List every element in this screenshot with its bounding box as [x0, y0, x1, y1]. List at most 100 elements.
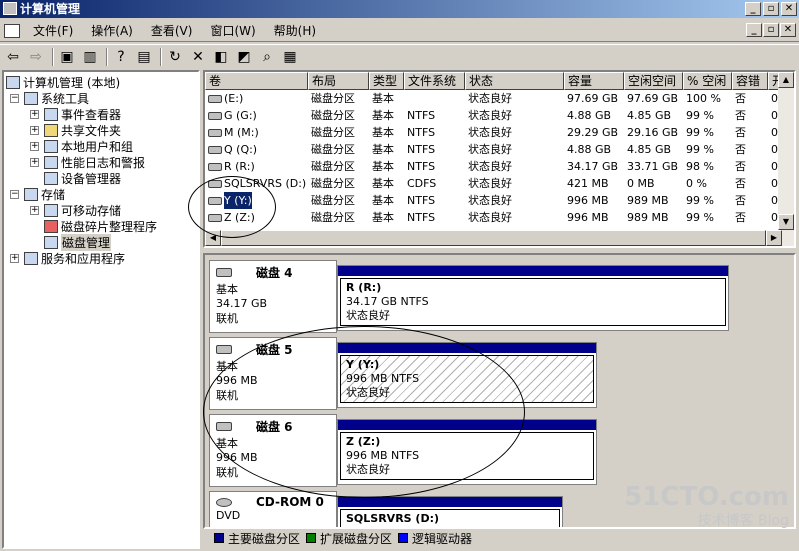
up-folder-icon[interactable]: ▣ — [57, 47, 77, 67]
volume-list-vscroll[interactable]: ▲ ▼ — [778, 72, 794, 230]
mdi-system-icon[interactable] — [4, 23, 20, 38]
volume-row[interactable]: Q (Q:) 磁盘分区 基本 NTFS 状态良好 4.88 GB 4.85 GB 99 % 否 0… — [205, 141, 794, 158]
close-button[interactable]: ✕ — [781, 2, 797, 16]
toolbar-separator — [160, 47, 162, 66]
volume-list-hscroll[interactable]: ◀ ▶ — [205, 230, 794, 246]
properties-icon[interactable]: ▤ — [134, 47, 154, 67]
expand-removable[interactable]: + — [30, 206, 39, 215]
scroll-right-icon[interactable]: ▶ — [766, 230, 782, 246]
title-bar: 计算机管理 _ ▫ ✕ — [0, 0, 799, 18]
expand-perf-logs[interactable]: + — [30, 158, 39, 167]
scroll-left-icon[interactable]: ◀ — [205, 230, 221, 246]
primary-partition-bar — [338, 343, 596, 353]
col-free-space[interactable]: 空闲空间 — [624, 72, 683, 90]
partition-status: 状态良好 — [346, 386, 390, 399]
volume-row[interactable]: (E:) 磁盘分区 基本 状态良好 97.69 GB 97.69 GB 100 % 否 0' — [205, 90, 794, 107]
help-icon[interactable]: ? — [111, 47, 131, 67]
cell-cap: 421 MB — [567, 177, 609, 190]
volume-row[interactable]: R (R:) 磁盘分区 基本 NTFS 状态良好 34.17 GB 33.71 GB 98 %… — [205, 158, 794, 175]
cell-layout: 磁盘分区 — [311, 177, 355, 190]
menu-help[interactable]: 帮助(H) — [265, 22, 325, 39]
disk-state: 联机 — [216, 389, 238, 402]
col-pct-free[interactable]: % 空闲 — [683, 72, 732, 90]
col-type[interactable]: 类型 — [369, 72, 404, 90]
delete-icon[interactable]: ✕ — [188, 47, 208, 67]
tree-root[interactable]: 计算机管理 (本地) — [6, 74, 120, 90]
menu-view[interactable]: 查看(V) — [142, 22, 202, 39]
minimize-button[interactable]: _ — [745, 2, 761, 16]
child-minimize-button[interactable]: _ — [746, 23, 762, 37]
help-topics-icon[interactable]: ▦ — [280, 47, 300, 67]
volume-row[interactable]: M (M:) 磁盘分区 基本 NTFS 状态良好 29.29 GB 29.16 GB 99 %… — [205, 124, 794, 141]
refresh-icon[interactable]: ↻ — [165, 47, 185, 67]
cell-pct: 99 % — [686, 126, 714, 139]
maximize-button[interactable]: ▫ — [763, 2, 779, 16]
cell-layout: 磁盘分区 — [311, 194, 355, 207]
tree-defrag[interactable]: 磁盘碎片整理程序 — [44, 218, 157, 234]
storage-icon — [24, 187, 38, 201]
col-filesystem[interactable]: 文件系统 — [404, 72, 465, 90]
partition-y[interactable]: Y (Y:) 996 MB NTFS 状态良好 — [337, 342, 597, 408]
open-icon[interactable]: ◩ — [234, 47, 254, 67]
disk-6-info[interactable]: 磁盘 6 基本 996 MB 联机 — [209, 414, 337, 487]
partition-z[interactable]: Z (Z:) 996 MB NTFS 状态良好 — [337, 419, 597, 485]
computer-management-icon — [3, 2, 17, 15]
tree-perf-logs[interactable]: 性能日志和警报 — [44, 154, 145, 170]
menu-action[interactable]: 操作(A) — [82, 22, 142, 39]
removable-storage-icon — [44, 203, 58, 217]
expand-shared-folders[interactable]: + — [30, 126, 39, 135]
volume-row[interactable]: SQLSRVRS (D:) 磁盘分区 基本 CDFS 状态良好 421 MB 0 MB 0 %… — [205, 175, 794, 192]
col-volume[interactable]: 卷 — [205, 72, 308, 90]
expand-event-viewer[interactable]: + — [30, 110, 39, 119]
expand-system-tools[interactable]: − — [10, 94, 19, 103]
cell-free: 989 MB — [627, 194, 669, 207]
cdrom-0-info[interactable]: CD-ROM 0 DVD — [209, 491, 337, 527]
cell-free: 4.85 GB — [627, 143, 672, 156]
cell-pct: 99 % — [686, 109, 714, 122]
menu-file[interactable]: 文件(F) — [24, 22, 82, 39]
disk-management-icon — [44, 235, 58, 249]
scroll-thumb[interactable] — [221, 230, 766, 246]
expand-local-users[interactable]: + — [30, 142, 39, 151]
scroll-up-icon[interactable]: ▲ — [778, 72, 794, 88]
disk-size: 34.17 GB — [216, 297, 268, 310]
col-capacity[interactable]: 容量 — [564, 72, 624, 90]
child-close-button[interactable]: ✕ — [780, 23, 796, 37]
tree-local-users[interactable]: 本地用户和组 — [44, 138, 133, 154]
tree-storage[interactable]: 存储 — [24, 186, 65, 202]
partition-d[interactable]: SQLSRVRS (D:) — [337, 496, 563, 527]
tree-device-manager[interactable]: 设备管理器 — [44, 170, 121, 186]
expand-storage[interactable]: − — [10, 190, 19, 199]
volume-row[interactable]: Z (Z:) 磁盘分区 基本 NTFS 状态良好 996 MB 989 MB 99 % 否 0' — [205, 209, 794, 226]
menu-window[interactable]: 窗口(W) — [201, 22, 264, 39]
partition-r[interactable]: R (R:) 34.17 GB NTFS 状态良好 — [337, 265, 729, 331]
tree-system-tools[interactable]: 系统工具 — [24, 90, 89, 106]
tree-disk-management[interactable]: 磁盘管理 — [44, 233, 112, 251]
event-viewer-icon — [44, 107, 58, 121]
col-layout[interactable]: 布局 — [308, 72, 369, 90]
expand-services[interactable]: + — [10, 254, 19, 263]
tree-services-apps[interactable]: 服务和应用程序 — [24, 250, 125, 266]
forward-icon[interactable]: ⇨ — [26, 47, 46, 67]
tree-removable-storage[interactable]: 可移动存储 — [44, 202, 121, 218]
legend-logical: 逻辑驱动器 — [412, 531, 473, 546]
scroll-down-icon[interactable]: ▼ — [778, 214, 794, 230]
volume-row[interactable]: G (G:) 磁盘分区 基本 NTFS 状态良好 4.88 GB 4.85 GB 99 % 否 0… — [205, 107, 794, 124]
tree-event-viewer[interactable]: 事件查看器 — [44, 106, 121, 122]
col-status[interactable]: 状态 — [465, 72, 564, 90]
volume-row[interactable]: Y (Y:) 磁盘分区 基本 NTFS 状态良好 996 MB 989 MB 99 % 否 0' — [205, 192, 794, 209]
cell-type: 基本 — [372, 194, 394, 207]
show-hide-tree-icon[interactable]: ▥ — [80, 47, 100, 67]
tree-shared-folders[interactable]: 共享文件夹 — [44, 122, 121, 138]
search-icon[interactable]: ⌕ — [257, 47, 277, 67]
toolbar: ⇦ ⇨ ▣ ▥ ? ▤ ↻ ✕ ◧ ◩ ⌕ ▦ — [0, 44, 799, 68]
disk-4-info[interactable]: 磁盘 4 基本 34.17 GB 联机 — [209, 260, 337, 333]
col-fault-tolerance[interactable]: 容错 — [732, 72, 768, 90]
back-icon[interactable]: ⇦ — [3, 47, 23, 67]
connect-icon[interactable]: ◧ — [211, 47, 231, 67]
volume-name: Z (Z:) — [224, 211, 255, 224]
child-restore-button[interactable]: ▫ — [763, 23, 779, 37]
disk-5-info[interactable]: 磁盘 5 基本 996 MB 联机 — [209, 337, 337, 410]
cell-fs — [404, 90, 465, 107]
partition-title: Z (Z:) — [346, 435, 381, 448]
